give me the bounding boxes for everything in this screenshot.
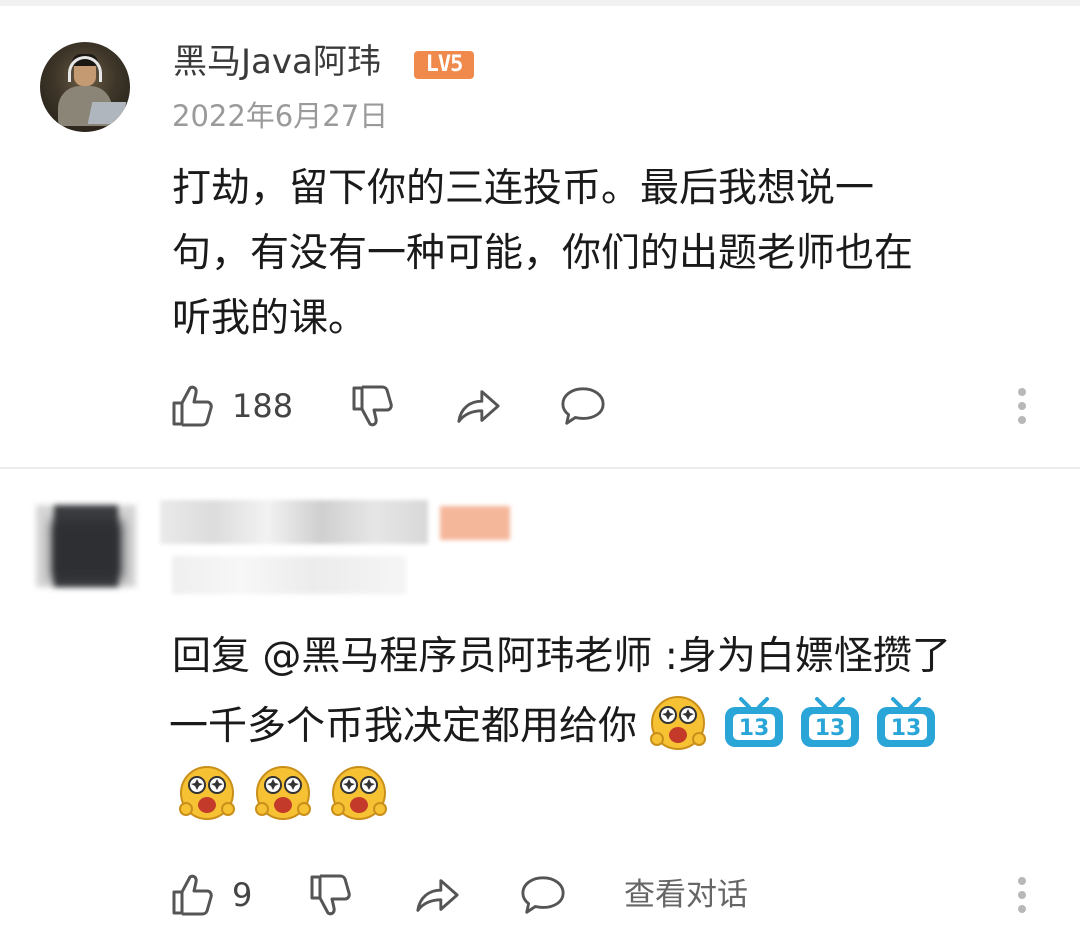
- level-badge: LV5: [414, 51, 474, 79]
- comment-actions: 9 查看对话: [0, 869, 1080, 921]
- comment-text-line: 打劫，留下你的三连投币。最后我想说一: [172, 166, 875, 211]
- view-dialog-link[interactable]: 查看对话: [624, 869, 748, 921]
- comment-emoji-line: [178, 762, 1052, 832]
- comment-icon[interactable]: [560, 380, 606, 432]
- starry-eyes-emoji: [649, 693, 707, 751]
- thumb-down-icon[interactable]: [308, 869, 354, 921]
- more-vertical-icon[interactable]: [1012, 380, 1032, 432]
- author-name-blurred: [160, 500, 428, 544]
- share-icon[interactable]: [414, 869, 460, 921]
- tv-13-emoji: 13: [875, 697, 937, 749]
- comment-text: 打劫，留下你的三连投币。最后我想说一 句，有没有一种可能，你们的出题老师也在 听…: [172, 156, 1022, 351]
- like-count: 188: [232, 387, 294, 425]
- comment-text-line: 一千多个币我决定都用给你 13 13 13: [169, 692, 1052, 762]
- comment-item: 黑马Java阿玮 LV5 2022年6月27日 打劫，留下你的三连投币。最后我想…: [0, 6, 1080, 466]
- thumb-up-icon[interactable]: [170, 869, 216, 921]
- share-icon[interactable]: [455, 380, 501, 432]
- author-name[interactable]: 黑马Java阿玮: [173, 40, 381, 84]
- like-count: 9: [232, 876, 253, 914]
- svg-text:13: 13: [815, 716, 846, 741]
- comment-actions: 188: [0, 380, 1080, 432]
- comment-text-segment: 一千多个币我决定都用给你: [169, 704, 638, 749]
- svg-text:13: 13: [891, 716, 922, 741]
- avatar[interactable]: [40, 42, 130, 132]
- thumb-up-icon[interactable]: [170, 380, 216, 432]
- tv-13-emoji: 13: [723, 697, 785, 749]
- comment-text-line: 听我的课。: [172, 296, 368, 341]
- starry-eyes-emoji: [254, 763, 312, 821]
- more-vertical-icon[interactable]: [1012, 869, 1032, 921]
- comment-date: 2022年6月27日: [172, 99, 389, 133]
- comment-text-line: 回复 @黑马程序员阿玮老师 :身为白嫖怪攒了: [172, 634, 951, 679]
- level-badge-blurred: [440, 506, 510, 540]
- starry-eyes-emoji: [330, 763, 388, 821]
- comment-text-line: 句，有没有一种可能，你们的出题老师也在: [172, 231, 914, 276]
- comment-date-blurred: [172, 556, 406, 594]
- thumb-down-icon[interactable]: [350, 380, 396, 432]
- comment-icon[interactable]: [520, 869, 566, 921]
- svg-text:13: 13: [739, 716, 770, 741]
- starry-eyes-emoji: [178, 763, 236, 821]
- comment-text: 回复 @黑马程序员阿玮老师 :身为白嫖怪攒了 一千多个币我决定都用给你 13 13 1…: [169, 622, 1052, 832]
- avatar-blur: [52, 520, 122, 580]
- tv-13-emoji: 13: [799, 697, 861, 749]
- comment-divider: [0, 467, 1080, 469]
